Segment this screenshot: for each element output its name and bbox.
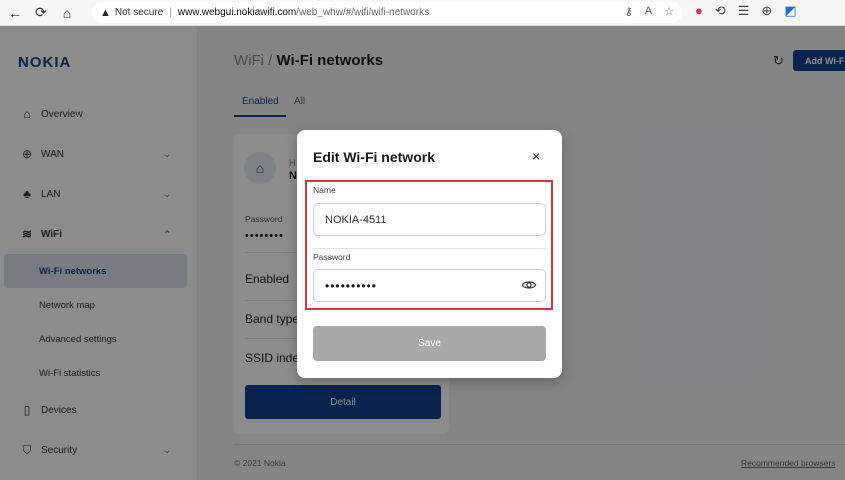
url-separator: |	[169, 7, 172, 18]
reload-icon[interactable]: ⟳	[30, 2, 52, 24]
not-secure-label: Not secure	[114, 7, 164, 18]
browser-toolbar: ← ⟳ ⌂ ▲ Not secure | www.webgui.nokiawif…	[0, 0, 845, 26]
edit-wifi-dialog: Edit Wi-Fi network × Name NOKIA-4511 Pas…	[297, 130, 562, 378]
password-label: Password	[313, 252, 351, 262]
warning-icon: ▲	[100, 6, 111, 19]
favorite-icon[interactable]: ☆	[664, 5, 674, 18]
password-value: ••••••••••	[325, 278, 378, 293]
extension-icon[interactable]: ●	[695, 3, 703, 19]
address-bar[interactable]: ▲ Not secure | www.webgui.nokiawifi.com /…	[92, 2, 682, 23]
url-host: www.webgui.nokiawifi.com	[177, 7, 297, 18]
save-button[interactable]: Save	[313, 326, 546, 361]
name-label: Name	[313, 185, 336, 195]
collections-icon[interactable]: ⊕	[761, 3, 772, 19]
dialog-title: Edit Wi-Fi network	[313, 149, 435, 165]
close-icon[interactable]: ×	[532, 148, 540, 164]
key-icon[interactable]: ⚷	[625, 5, 633, 18]
password-field[interactable]: ••••••••••	[313, 269, 546, 302]
divider	[313, 248, 546, 249]
extensions-icon[interactable]: ⟲	[715, 3, 726, 19]
url-path: /web_whw/#/wifi/wifi-networks	[296, 7, 430, 18]
eye-icon[interactable]	[521, 277, 537, 293]
browser-essentials-icon[interactable]: ◩	[784, 3, 796, 19]
name-field[interactable]: NOKIA-4511	[313, 203, 546, 236]
back-icon[interactable]: ←	[4, 2, 26, 24]
home-icon[interactable]: ⌂	[56, 2, 78, 24]
read-aloud-icon[interactable]: A	[645, 5, 652, 18]
favorites-icon[interactable]: ☰	[738, 3, 750, 19]
